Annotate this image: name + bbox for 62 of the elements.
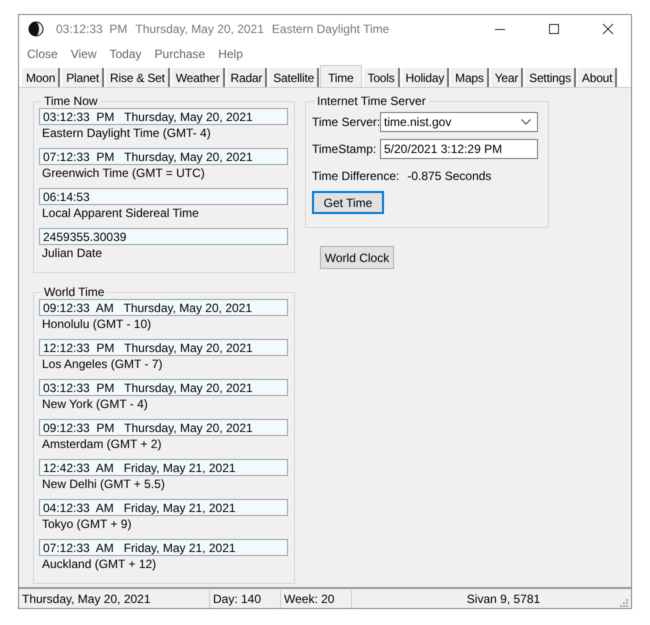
group-title: World Time — [43, 285, 106, 299]
tab[interactable]: Tools — [362, 68, 400, 87]
title-time: 03:12:33 PM — [56, 22, 128, 36]
city-label: Los Angeles (GMT - 7) — [41, 356, 164, 372]
moon-icon — [28, 21, 44, 37]
menu-item[interactable]: View — [70, 47, 96, 61]
value-label: Greenwich Time (GMT = UTC) — [41, 165, 206, 181]
world-clock-button[interactable]: World Clock — [320, 246, 394, 269]
value-label: Julian Date — [41, 245, 104, 261]
city-label: Auckland (GMT + 12) — [41, 556, 158, 572]
menu-item[interactable]: Purchase — [154, 47, 206, 61]
group-title: Internet Time Server — [316, 94, 427, 108]
status-text: Week: 20 — [281, 590, 352, 608]
value-field: 07:12:33 AM Friday, May 21, 2021 — [39, 539, 288, 556]
value-field: 04:12:33 AM Friday, May 21, 2021 — [39, 499, 288, 516]
city-label: Amsterdam (GMT + 2) — [41, 436, 162, 452]
tab[interactable]: Maps — [450, 68, 489, 87]
menu-item[interactable]: Close — [27, 47, 58, 61]
tab[interactable]: Rise & Set — [105, 68, 170, 87]
title-date: Thursday, May 20, 2021 — [135, 22, 264, 36]
value-field: 06:14:53 — [39, 188, 288, 205]
tab[interactable]: Year — [490, 68, 524, 87]
tab[interactable]: Time — [320, 65, 362, 87]
tab[interactable]: Planet — [61, 68, 104, 87]
value-label: Local Apparent Sidereal Time — [41, 205, 200, 221]
field-label: TimeStamp: — [312, 142, 376, 156]
menu-item[interactable]: Today — [109, 47, 142, 61]
chevron-icon — [521, 119, 531, 125]
city-label: Tokyo (GMT + 9) — [41, 516, 132, 532]
value-field: 07:12:33 PM Thursday, May 20, 2021 — [39, 148, 288, 165]
value-field: 09:12:33 PM Thursday, May 20, 2021 — [39, 419, 288, 436]
value-field: 12:12:33 PM Thursday, May 20, 2021 — [39, 339, 288, 356]
tab[interactable]: Settings — [524, 68, 576, 87]
tab[interactable]: Satellite — [268, 68, 320, 87]
value-label: Eastern Daylight Time (GMT- 4) — [41, 125, 212, 141]
city-label: New York (GMT - 4) — [41, 396, 149, 412]
value-field: 12:42:33 AM Friday, May 21, 2021 — [39, 459, 288, 476]
field-label: Time Difference: — [312, 169, 400, 183]
city-label: New Delhi (GMT + 5.5) — [41, 476, 166, 492]
status-text: Sivan 9, 5781 — [466, 591, 542, 608]
group-title: Time Now — [43, 94, 99, 108]
value-field: 03:12:33 PM Thursday, May 20, 2021 — [39, 108, 288, 125]
value-field: 2459355.30039 — [39, 228, 288, 245]
maximize-icon[interactable] — [548, 23, 560, 35]
tab[interactable]: Holiday — [400, 68, 450, 87]
tab[interactable]: Moon — [21, 68, 60, 87]
tab[interactable]: Weather — [170, 68, 224, 87]
status-text: Day: 140 — [210, 590, 281, 608]
title-zone: Eastern Daylight Time — [272, 22, 390, 36]
get-time-button[interactable]: Get Time — [312, 191, 384, 214]
value-field: 09:12:33 AM Thursday, May 20, 2021 — [39, 299, 288, 316]
tab[interactable]: Radar — [226, 68, 268, 87]
tab[interactable]: About — [576, 68, 618, 87]
value-field: 03:12:33 PM Thursday, May 20, 2021 — [39, 379, 288, 396]
resize-grip-icon[interactable] — [618, 597, 628, 607]
close-icon[interactable] — [602, 23, 614, 35]
difference-value: -0.875 Seconds — [407, 169, 492, 183]
city-label: Honolulu (GMT - 10) — [41, 316, 152, 332]
menu-item[interactable]: Help — [218, 47, 243, 61]
server-dropdown[interactable]: time.nist.gov — [380, 112, 538, 132]
status-text: Thursday, May 20, 2021 — [19, 590, 210, 608]
timestamp-field[interactable]: 5/20/2021 3:12:29 PM — [380, 139, 538, 159]
